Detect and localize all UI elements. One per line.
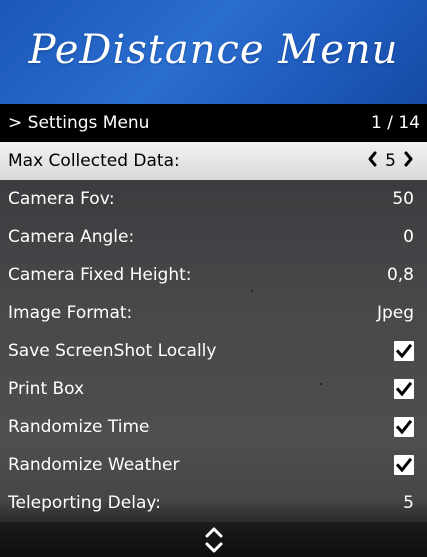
value-selector[interactable]: 5 bbox=[364, 150, 417, 172]
menu-item-value: 50 bbox=[392, 189, 414, 209]
menu-item-label: Save ScreenShot Locally bbox=[8, 341, 217, 361]
menu-item-label: Camera Angle: bbox=[8, 227, 135, 247]
menu-subtitle-bar: > Settings Menu 1 / 14 bbox=[0, 104, 427, 142]
menu-item-value: Jpeg bbox=[376, 303, 414, 323]
menu-item-camera-angle[interactable]: Camera Angle: 0 bbox=[0, 218, 427, 256]
checkmark-icon bbox=[396, 457, 412, 473]
menu-item-camera-fov[interactable]: Camera Fov: 50 bbox=[0, 180, 427, 218]
checkbox[interactable] bbox=[394, 341, 414, 361]
menu-item-label: Camera Fov: bbox=[8, 189, 115, 209]
checkbox[interactable] bbox=[394, 379, 414, 399]
menu-item-label: Camera Fixed Height: bbox=[8, 265, 192, 285]
chevron-right-icon[interactable] bbox=[400, 150, 417, 172]
menu-item-label: Max Collected Data: bbox=[8, 151, 180, 171]
checkmark-icon bbox=[396, 343, 412, 359]
menu-item-max-collected-data[interactable]: Max Collected Data: 5 bbox=[0, 142, 427, 180]
checkmark-icon bbox=[396, 381, 412, 397]
menu-banner: PeDistance Menu bbox=[0, 0, 427, 104]
menu-item-save-screenshot-locally[interactable]: Save ScreenShot Locally bbox=[0, 332, 427, 370]
menu-item-label: Teleporting Delay: bbox=[8, 493, 161, 513]
menu-item-value: 0 bbox=[403, 227, 414, 247]
menu-title: PeDistance Menu bbox=[28, 27, 399, 73]
checkmark-icon bbox=[396, 419, 412, 435]
menu-item-label: Randomize Weather bbox=[8, 455, 180, 475]
up-down-arrows-icon bbox=[205, 527, 222, 552]
menu-item-label: Image Format: bbox=[8, 303, 133, 323]
checkbox[interactable] bbox=[394, 455, 414, 475]
menu-subtitle: > Settings Menu bbox=[8, 113, 150, 133]
menu-item-value: 5 bbox=[385, 151, 396, 171]
menu-item-value: 5 bbox=[403, 493, 414, 513]
item-counter: 1 / 14 bbox=[371, 113, 420, 133]
scroll-indicator[interactable] bbox=[0, 522, 427, 557]
menu-item-randomize-time[interactable]: Randomize Time bbox=[0, 408, 427, 446]
menu-item-teleporting-delay[interactable]: Teleporting Delay: 5 bbox=[0, 484, 427, 522]
menu-item-label: Randomize Time bbox=[8, 417, 150, 437]
menu-item-randomize-weather[interactable]: Randomize Weather bbox=[0, 446, 427, 484]
chevron-left-icon[interactable] bbox=[364, 150, 381, 172]
menu-item-image-format[interactable]: Image Format: Jpeg bbox=[0, 294, 427, 332]
menu-item-label: Print Box bbox=[8, 379, 85, 399]
menu-item-print-box[interactable]: Print Box bbox=[0, 370, 427, 408]
menu-item-value: 0,8 bbox=[386, 265, 414, 285]
menu-item-camera-fixed-height[interactable]: Camera Fixed Height: 0,8 bbox=[0, 256, 427, 294]
checkbox[interactable] bbox=[394, 417, 414, 437]
menu-list: Max Collected Data: 5 Camera Fov: 50 Cam… bbox=[0, 142, 427, 522]
